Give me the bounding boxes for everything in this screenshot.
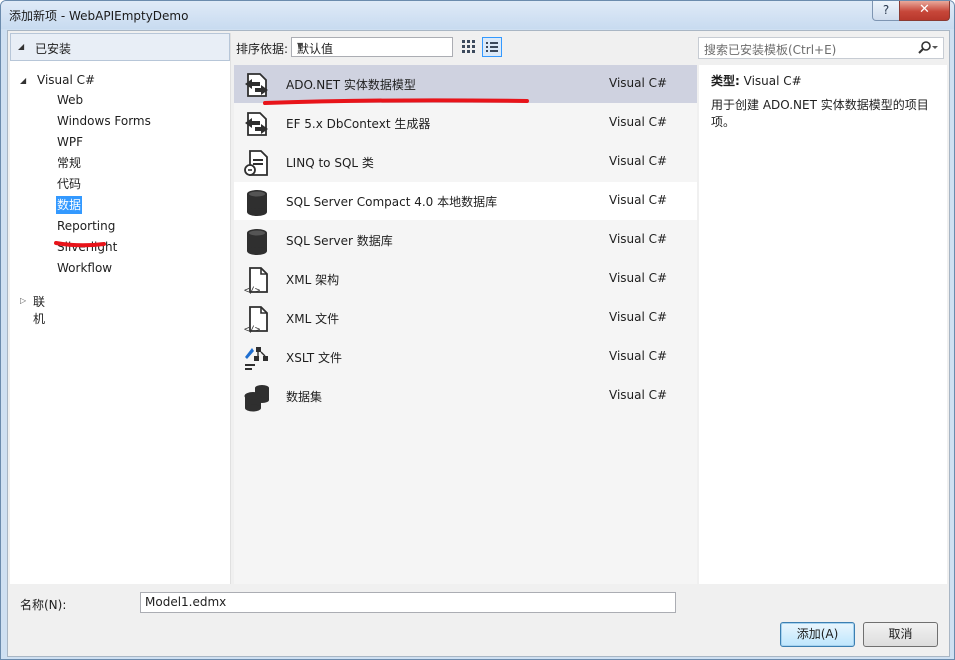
cancel-button[interactable]: 取消 bbox=[863, 622, 938, 647]
template-language: Visual C# bbox=[609, 232, 668, 246]
template-name: SQL Server 数据库 bbox=[286, 234, 393, 248]
installed-header[interactable]: ◢ 已安装 bbox=[10, 33, 230, 61]
template-language: Visual C# bbox=[609, 310, 668, 324]
template-row[interactable]: SQL Server Compact 4.0 本地数据库 Visual C# bbox=[234, 182, 697, 220]
installed-label: 已安装 bbox=[35, 42, 72, 56]
dialog-content: ◢ 已安装 ◢ Visual C# Web Windows Forms WPF 常规代… bbox=[7, 30, 950, 657]
template-name: 数据集 bbox=[286, 390, 323, 404]
template-language: Visual C# bbox=[609, 115, 668, 129]
tree-item[interactable]: Web bbox=[56, 91, 84, 109]
help-button[interactable]: ? bbox=[872, 1, 900, 21]
template-row[interactable]: XSLT 文件 Visual C# bbox=[234, 338, 697, 376]
template-toolbar: 排序依据: 默认值 ▼ bbox=[236, 35, 696, 59]
template-row[interactable]: SQL Server 数据库 Visual C# bbox=[234, 221, 697, 259]
template-details: 类型: Visual C# 用于创建 ADO.NET 实体数据模型的项目项。 bbox=[699, 65, 947, 584]
template-language: Visual C# bbox=[609, 76, 668, 90]
annotation-underline bbox=[263, 98, 529, 105]
window-title: 添加新项 - WebAPIEmptyDemo bbox=[9, 9, 189, 23]
list-view-icon bbox=[486, 42, 498, 52]
chevron-down-icon: ▼ bbox=[297, 41, 304, 50]
sort-select[interactable]: 默认值 ▼ bbox=[291, 37, 453, 57]
template-row[interactable]: EF 5.x DbContext 生成器 Visual C# bbox=[234, 104, 697, 142]
template-language: Visual C# bbox=[609, 271, 668, 285]
dialog-window: 添加新项 - WebAPIEmptyDemo ? ✕ ◢ 已安装 ◢ Visua… bbox=[0, 0, 955, 660]
dataset-icon bbox=[242, 382, 272, 412]
template-row[interactable]: </> XML 架构 Visual C# bbox=[234, 260, 697, 298]
search-box[interactable]: 搜索已安装模板(Ctrl+E) bbox=[698, 37, 944, 59]
search-input[interactable]: 搜索已安装模板(Ctrl+E) bbox=[704, 41, 836, 58]
template-row[interactable]: </> XML 文件 Visual C# bbox=[234, 299, 697, 337]
xslt-file-icon bbox=[242, 343, 272, 373]
tree-item[interactable]: 数据 bbox=[56, 196, 83, 214]
template-name: XSLT 文件 bbox=[286, 351, 343, 365]
linq-to-sql-icon bbox=[242, 148, 272, 178]
type-line: 类型: Visual C# bbox=[711, 72, 802, 89]
tree-item[interactable]: Reporting bbox=[56, 217, 116, 235]
tree-item[interactable]: Workflow bbox=[56, 259, 113, 277]
name-field-value[interactable]: Model1.edmx bbox=[145, 595, 226, 609]
type-label: 类型: bbox=[711, 74, 740, 88]
tree-node-label: Visual C# bbox=[37, 73, 96, 87]
svg-text:</>: </> bbox=[244, 286, 261, 295]
database-icon bbox=[242, 226, 272, 256]
tree-item[interactable]: 常规 bbox=[56, 154, 82, 172]
tree-item[interactable]: 代码 bbox=[56, 175, 82, 193]
template-name: SQL Server Compact 4.0 本地数据库 bbox=[286, 195, 498, 209]
dialog-footer: 名称(N): Model1.edmx 添加(A) 取消 bbox=[8, 584, 949, 656]
template-language: Visual C# bbox=[609, 388, 668, 402]
title-bar[interactable]: 添加新项 - WebAPIEmptyDemo ? ✕ bbox=[1, 1, 954, 29]
type-value: Visual C# bbox=[743, 74, 802, 88]
template-language: Visual C# bbox=[609, 193, 668, 207]
template-name: EF 5.x DbContext 生成器 bbox=[286, 117, 431, 131]
list-view-button[interactable] bbox=[482, 37, 502, 57]
grid-view-icon bbox=[462, 40, 475, 53]
collapsed-arrow-icon[interactable]: ▷ bbox=[20, 296, 26, 305]
template-row[interactable]: 数据集 Visual C# bbox=[234, 377, 697, 415]
ef-generator-icon bbox=[242, 109, 272, 139]
name-field[interactable]: Model1.edmx bbox=[140, 592, 676, 613]
name-label: 名称(N): bbox=[20, 598, 67, 612]
expanded-arrow-icon[interactable]: ◢ bbox=[18, 42, 24, 51]
search-icon[interactable] bbox=[917, 40, 939, 56]
template-name: XML 架构 bbox=[286, 273, 340, 287]
xml-schema-icon: </> bbox=[242, 265, 272, 296]
expanded-arrow-icon[interactable]: ◢ bbox=[20, 76, 26, 85]
category-tree: ◢ 已安装 ◢ Visual C# Web Windows Forms WPF 常规代… bbox=[10, 33, 231, 584]
template-name: LINQ to SQL 类 bbox=[286, 156, 374, 170]
tree-node-label: 联机 bbox=[33, 295, 46, 326]
tree-item[interactable]: WPF bbox=[56, 133, 84, 151]
xml-file-icon: </> bbox=[242, 304, 272, 335]
template-description: 用于创建 ADO.NET 实体数据模型的项目项。 bbox=[711, 98, 929, 129]
grid-view-button[interactable] bbox=[459, 37, 477, 55]
template-name: ADO.NET 实体数据模型 bbox=[286, 78, 416, 92]
close-button[interactable]: ✕ bbox=[899, 1, 950, 21]
template-row[interactable]: LINQ to SQL 类 Visual C# bbox=[234, 143, 697, 181]
template-language: Visual C# bbox=[609, 154, 668, 168]
tree-item[interactable]: Windows Forms bbox=[56, 112, 152, 130]
add-button[interactable]: 添加(A) bbox=[780, 622, 855, 647]
annotation-underline bbox=[54, 241, 106, 248]
svg-text:</>: </> bbox=[244, 325, 261, 334]
sort-label: 排序依据: bbox=[236, 42, 289, 56]
template-name: XML 文件 bbox=[286, 312, 340, 326]
template-list: ADO.NET 实体数据模型 Visual C# EF 5.x DbContext … bbox=[234, 65, 697, 584]
template-language: Visual C# bbox=[609, 349, 668, 363]
database-icon bbox=[242, 187, 272, 217]
